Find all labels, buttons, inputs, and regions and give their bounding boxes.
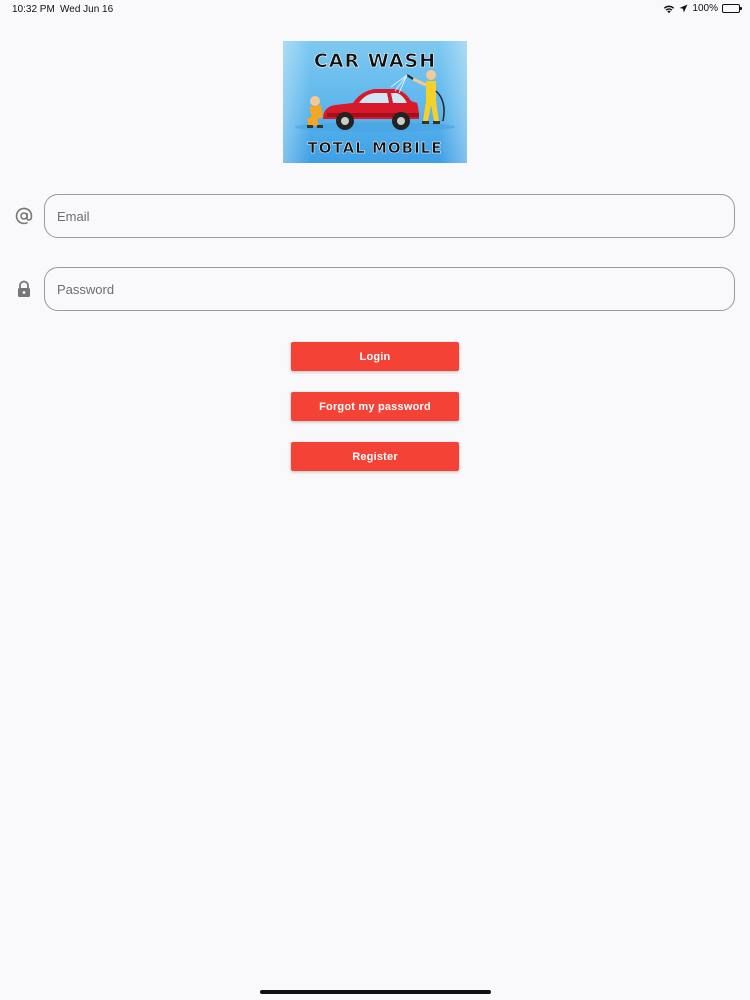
logo-line2: TOTAL MOBILE: [308, 139, 443, 157]
lock-icon: [14, 279, 34, 299]
forgot-password-button[interactable]: Forgot my password: [291, 392, 459, 421]
register-button[interactable]: Register: [291, 442, 459, 471]
status-indicators: 100%: [663, 3, 742, 14]
login-button[interactable]: Login: [291, 342, 459, 371]
location-arrow-icon: [679, 4, 688, 13]
status-bar: 10:32 PM Wed Jun 16 100%: [0, 0, 750, 20]
battery-percent: 100%: [692, 3, 718, 14]
home-indicator[interactable]: [260, 990, 491, 994]
email-row: [0, 194, 750, 238]
wifi-icon: [663, 4, 675, 14]
at-sign-icon: [14, 206, 34, 226]
app-logo: CAR WASH TOTAL MOBILE: [283, 41, 467, 163]
status-date: Wed Jun 16: [60, 4, 114, 15]
battery-icon: [722, 4, 742, 13]
password-field[interactable]: [44, 267, 735, 311]
password-row: [0, 267, 750, 311]
logo-line1: CAR WASH: [314, 50, 436, 72]
status-time: 10:32 PM: [12, 4, 55, 15]
email-field[interactable]: [44, 194, 735, 238]
